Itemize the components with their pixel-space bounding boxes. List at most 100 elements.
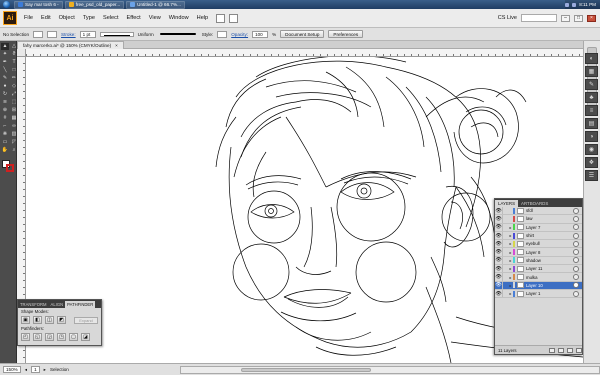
menu-window[interactable]: Window <box>165 15 193 21</box>
symbols-panel-icon[interactable]: ♣ <box>585 92 598 103</box>
visibility-eye-icon[interactable]: 👁 <box>495 233 502 239</box>
new-sublayer-icon[interactable] <box>558 347 564 353</box>
stroke-swatch-icon[interactable] <box>6 164 14 172</box>
outline-icon[interactable]: ▢ <box>69 333 78 341</box>
expand-button[interactable]: Expand <box>74 316 98 324</box>
new-layer-icon[interactable] <box>567 347 573 353</box>
menu-select[interactable]: Select <box>99 15 123 21</box>
magic-wand-tool-icon[interactable]: ✦ <box>1 51 9 58</box>
tab-align[interactable]: ALIGN <box>49 301 66 308</box>
layer-name[interactable]: mulka <box>526 275 573 280</box>
bridge-icon[interactable] <box>216 13 226 23</box>
lock-toggle[interactable] <box>502 215 508 223</box>
taskbar-item[interactable]: free_psd_old_paper... <box>64 0 125 9</box>
lock-toggle[interactable] <box>502 207 508 215</box>
menu-view[interactable]: View <box>145 15 165 21</box>
layer-name[interactable]: Layer 10 <box>526 283 573 288</box>
layer-row[interactable]: 👁 ▸ Layer 10 <box>495 281 582 290</box>
stroke-panel-icon[interactable]: ≡ <box>585 105 598 116</box>
brushes-panel-icon[interactable]: ✎ <box>585 79 598 90</box>
next-artboard-icon[interactable]: ▸ <box>44 367 46 373</box>
graphic-styles-panel-icon[interactable]: ❖ <box>585 157 598 168</box>
fill-swatch[interactable] <box>33 30 44 38</box>
visibility-eye-icon[interactable]: 👁 <box>495 216 502 222</box>
layer-row[interactable]: 👁 ▸ Layer 11 <box>495 265 582 274</box>
layer-name[interactable]: law <box>526 216 573 221</box>
target-circle-icon[interactable] <box>573 282 579 289</box>
status-mode[interactable]: Selection <box>50 367 69 372</box>
width-tool-icon[interactable]: ≋ <box>1 99 9 106</box>
divide-icon[interactable]: ◰ <box>21 333 30 341</box>
tab-layers[interactable]: LAYERS <box>495 200 519 207</box>
target-circle-icon[interactable] <box>573 215 579 222</box>
target-circle-icon[interactable] <box>573 274 579 281</box>
transparency-panel-icon[interactable]: ◑ <box>585 131 598 142</box>
layer-row[interactable]: 👁 ▸ Layer 8 <box>495 248 582 257</box>
intersect-icon[interactable]: ◫ <box>45 316 54 324</box>
visibility-eye-icon[interactable]: 👁 <box>495 208 502 214</box>
visibility-eye-icon[interactable]: 👁 <box>495 282 502 288</box>
brush-definition[interactable] <box>158 31 198 37</box>
visibility-eye-icon[interactable]: 👁 <box>495 266 502 272</box>
visibility-eye-icon[interactable]: 👁 <box>495 241 502 247</box>
clock[interactable]: 8:11 PM <box>579 2 596 7</box>
prev-artboard-icon[interactable]: ◂ <box>25 367 27 373</box>
hand-tool-icon[interactable]: ✋ <box>1 147 9 154</box>
layer-name[interactable]: shadow <box>526 258 573 263</box>
start-button[interactable] <box>0 0 12 9</box>
line-tool-icon[interactable]: ╲ <box>1 67 9 74</box>
selection-tool-icon[interactable]: ▲ <box>1 43 9 50</box>
target-circle-icon[interactable] <box>573 224 579 231</box>
layer-row[interactable]: 👁 ▸ Layer 7 <box>495 223 582 232</box>
layer-name[interactable]: Layer 11 <box>526 266 573 271</box>
taskbar-item[interactable]: Untitled-1 @ 66.7%... <box>126 0 185 9</box>
layer-row[interactable]: 👁 sfdl <box>495 207 582 216</box>
variable-width-profile[interactable] <box>99 31 134 37</box>
visibility-eye-icon[interactable]: 👁 <box>495 224 502 230</box>
layer-name[interactable]: Layer 1 <box>526 291 573 296</box>
gradient-panel-icon[interactable]: ▤ <box>585 118 598 129</box>
menu-object[interactable]: Object <box>55 15 79 21</box>
target-circle-icon[interactable] <box>573 290 579 297</box>
rotate-tool-icon[interactable]: ↻ <box>1 91 9 98</box>
layer-row[interactable]: 👁 ▸ mulka <box>495 273 582 282</box>
visibility-eye-icon[interactable]: 👁 <box>495 249 502 255</box>
volume-icon[interactable] <box>572 2 577 7</box>
scroll-thumb[interactable] <box>241 367 371 372</box>
taskbar-item[interactable]: Say mar tosh 6 - <box>14 0 63 9</box>
menu-effect[interactable]: Effect <box>123 15 145 21</box>
layers-panel-icon[interactable]: ☰ <box>585 170 598 181</box>
layer-row[interactable]: 👁 ▸ shadow <box>495 256 582 266</box>
target-circle-icon[interactable] <box>573 240 579 247</box>
style-swatch[interactable] <box>217 30 228 38</box>
target-circle-icon[interactable] <box>573 249 579 256</box>
fill-stroke-swatches[interactable] <box>0 158 16 174</box>
delete-layer-icon[interactable] <box>576 347 582 353</box>
document-setup-button[interactable]: Document Setup <box>280 30 325 38</box>
tab-artboards[interactable]: ARTBOARDS <box>518 200 551 207</box>
stroke-link[interactable]: Stroke: <box>61 32 76 37</box>
stroke-weight-field[interactable]: 1 pt <box>79 30 96 38</box>
make-clipping-mask-icon[interactable] <box>549 347 555 353</box>
menu-type[interactable]: Type <box>79 15 99 21</box>
cs-live-label[interactable]: CS Live <box>498 15 517 21</box>
stroke-swatch[interactable] <box>47 30 58 38</box>
visibility-eye-icon[interactable]: 👁 <box>495 257 502 263</box>
blob-brush-tool-icon[interactable]: ● <box>1 83 9 90</box>
layer-name[interactable]: shirt <box>526 233 573 238</box>
layer-row[interactable]: 👁 ▸ eyebull <box>495 240 582 249</box>
layer-name[interactable]: eyebull <box>526 241 573 246</box>
target-circle-icon[interactable] <box>573 265 579 272</box>
symbol-sprayer-tool-icon[interactable]: ❋ <box>1 131 9 138</box>
arrange-documents-icon[interactable] <box>229 13 239 23</box>
shape-builder-tool-icon[interactable]: ⊕ <box>1 107 9 114</box>
merge-icon[interactable]: ◲ <box>45 333 54 341</box>
layer-name[interactable]: sfdl <box>526 208 573 213</box>
opacity-field[interactable]: 100 <box>252 30 269 38</box>
artboard-tool-icon[interactable]: ▭ <box>1 139 9 146</box>
document-tab[interactable]: fahy marcerko.ai* @ 150% (CMYK/Outline) … <box>17 41 124 49</box>
tab-transform[interactable]: TRANSFORM <box>18 301 49 308</box>
mesh-tool-icon[interactable]: # <box>1 115 9 122</box>
ruler-origin[interactable] <box>17 49 26 57</box>
exclude-icon[interactable]: ◩ <box>57 316 66 324</box>
